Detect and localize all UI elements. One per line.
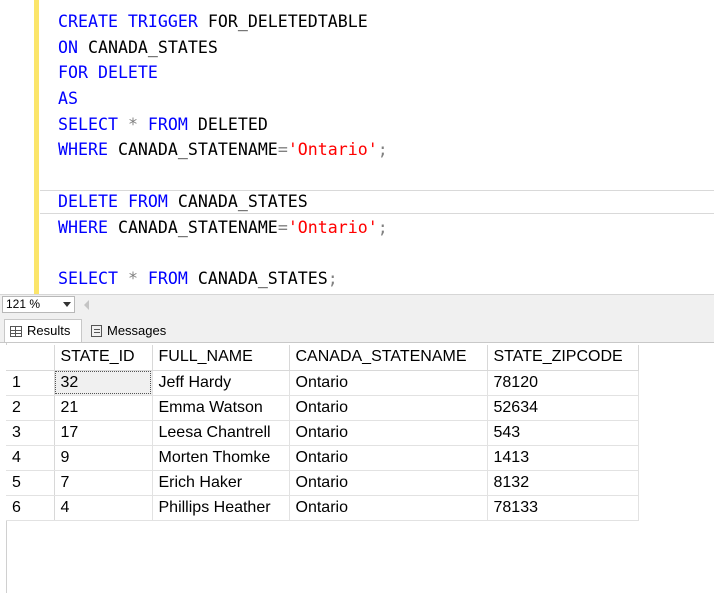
sql-operator: * [127,114,148,134]
query-editor[interactable]: CREATE TRIGGER FOR_DELETEDTABLE ON CANADA… [0,0,714,294]
tab-results[interactable]: Results [4,319,82,342]
grid-cell[interactable]: Ontario [289,370,488,396]
column-header[interactable]: FULL_NAME [152,345,290,371]
grid-header-row: STATE_ID FULL_NAME CANADA_STATENAME STAT… [6,345,639,371]
tab-results-label: Results [27,323,71,338]
grid-cell[interactable]: Phillips Heather [152,495,290,521]
grid-cell[interactable]: 21 [54,395,153,421]
grid-cell[interactable]: Ontario [289,395,488,421]
zoom-value: 121 % [6,297,41,311]
row-number[interactable]: 1 [6,370,55,396]
grid-cell[interactable]: Erich Haker [152,470,290,496]
sql-identifier: CANADA_STATES [87,37,218,57]
sql-operator: = [277,217,288,237]
grid-cell[interactable]: Ontario [289,495,488,521]
grid-icon [10,325,22,337]
zoom-dropdown[interactable]: 121 % [2,296,75,313]
results-tab-bar: Results Messages [0,315,714,342]
sql-keyword: FROM [147,114,198,134]
editor-gutter [0,0,30,294]
code-line[interactable] [58,240,388,266]
grid-cell[interactable]: Morten Thomke [152,445,290,471]
row-number[interactable]: 6 [6,495,55,521]
grid-cell[interactable]: 78133 [487,495,639,521]
grid-cell[interactable]: 1413 [487,445,639,471]
column-header[interactable]: CANADA_STATENAME [289,345,488,371]
sql-identifier: DELETED [197,114,268,134]
sql-code[interactable]: CREATE TRIGGER FOR_DELETEDTABLE ON CANADA… [58,9,388,292]
grid-cell[interactable]: 4 [54,495,153,521]
grid-cell[interactable]: Ontario [289,420,488,446]
sql-operator: = [277,140,288,160]
grid-cell[interactable]: 543 [487,420,639,446]
tab-messages[interactable]: Messages [86,319,178,342]
code-line[interactable]: AS [58,86,388,112]
sql-string: 'Ontario' [287,140,378,160]
sql-operator: ; [377,140,388,160]
grid-cell[interactable]: Leesa Chantrell [152,420,290,446]
table-row[interactable]: 5 7 Erich Haker Ontario 8132 [6,470,639,496]
sql-operator: * [127,268,148,288]
row-number[interactable]: 3 [6,420,55,446]
code-line[interactable]: ON CANADA_STATES [58,35,388,61]
grid-cell[interactable]: Ontario [289,445,488,471]
grid-cell[interactable]: 7 [54,470,153,496]
row-number[interactable]: 5 [6,470,55,496]
code-line[interactable]: DELETE FROM CANADA_STATES [58,189,388,215]
sql-keyword: CREATE TRIGGER [58,12,208,31]
sql-keyword: DELETE [58,191,128,211]
scroll-left-icon[interactable] [84,300,89,310]
sql-keyword: ON [58,37,88,57]
sql-string: 'Ontario' [287,217,378,237]
row-number-header[interactable] [6,345,55,371]
sql-keyword: AS [58,89,78,109]
column-header[interactable]: STATE_ID [54,345,153,371]
grid-cell[interactable]: 9 [54,445,153,471]
grid-cell[interactable]: 8132 [487,470,639,496]
chevron-down-icon[interactable] [63,302,71,307]
row-number[interactable]: 4 [6,445,55,471]
code-line[interactable] [58,163,388,189]
sql-identifier: CANADA_STATES [177,191,308,211]
code-line[interactable]: WHERE CANADA_STATENAME='Ontario'; [58,215,388,241]
tab-messages-label: Messages [107,322,167,338]
grid-cell[interactable]: Ontario [289,470,488,496]
sql-keyword: FROM [127,191,178,211]
messages-icon [91,324,102,337]
grid-cell[interactable]: 32 [54,370,153,396]
table-row[interactable]: 1 32 Jeff Hardy Ontario 78120 [6,370,639,396]
editor-status-strip: 121 % [0,294,714,315]
sql-keyword: WHERE [58,140,118,160]
table-row[interactable]: 3 17 Leesa Chantrell Ontario 543 [6,420,639,446]
grid-cell[interactable]: 78120 [487,370,639,396]
sql-operator: ; [377,217,388,237]
sql-keyword: WHERE [58,217,118,237]
grid-cell[interactable]: 17 [54,420,153,446]
sql-keyword: FROM [147,268,198,288]
code-line[interactable]: SELECT * FROM DELETED [58,112,388,138]
sql-identifier: FOR_DELETEDTABLE [207,12,368,31]
table-row[interactable]: 2 21 Emma Watson Ontario 52634 [6,395,639,421]
column-header[interactable]: STATE_ZIPCODE [487,345,639,371]
sql-keyword: SELECT [58,114,128,134]
sql-keyword: FOR DELETE [58,63,158,83]
change-tracking-bar [34,0,39,294]
table-row[interactable]: 4 9 Morten Thomke Ontario 1413 [6,445,639,471]
grid-cell[interactable]: Jeff Hardy [152,370,290,396]
code-line[interactable]: SELECT * FROM CANADA_STATES; [58,266,388,292]
results-pane: STATE_ID FULL_NAME CANADA_STATENAME STAT… [0,342,714,593]
sql-operator: ; [327,268,338,288]
sql-identifier: CANADA_STATES [197,268,328,288]
code-line[interactable]: CREATE TRIGGER FOR_DELETEDTABLE [58,9,388,35]
table-row[interactable]: 6 4 Phillips Heather Ontario 78133 [6,495,639,521]
code-line[interactable]: WHERE CANADA_STATENAME='Ontario'; [58,137,388,163]
sql-identifier: CANADA_STATENAME [117,140,278,160]
results-grid[interactable]: STATE_ID FULL_NAME CANADA_STATENAME STAT… [6,345,639,521]
grid-cell[interactable]: 52634 [487,395,639,421]
row-number[interactable]: 2 [6,395,55,421]
code-line[interactable]: FOR DELETE [58,60,388,86]
grid-cell[interactable]: Emma Watson [152,395,290,421]
sql-keyword: SELECT [58,268,128,288]
sql-identifier: CANADA_STATENAME [117,217,278,237]
